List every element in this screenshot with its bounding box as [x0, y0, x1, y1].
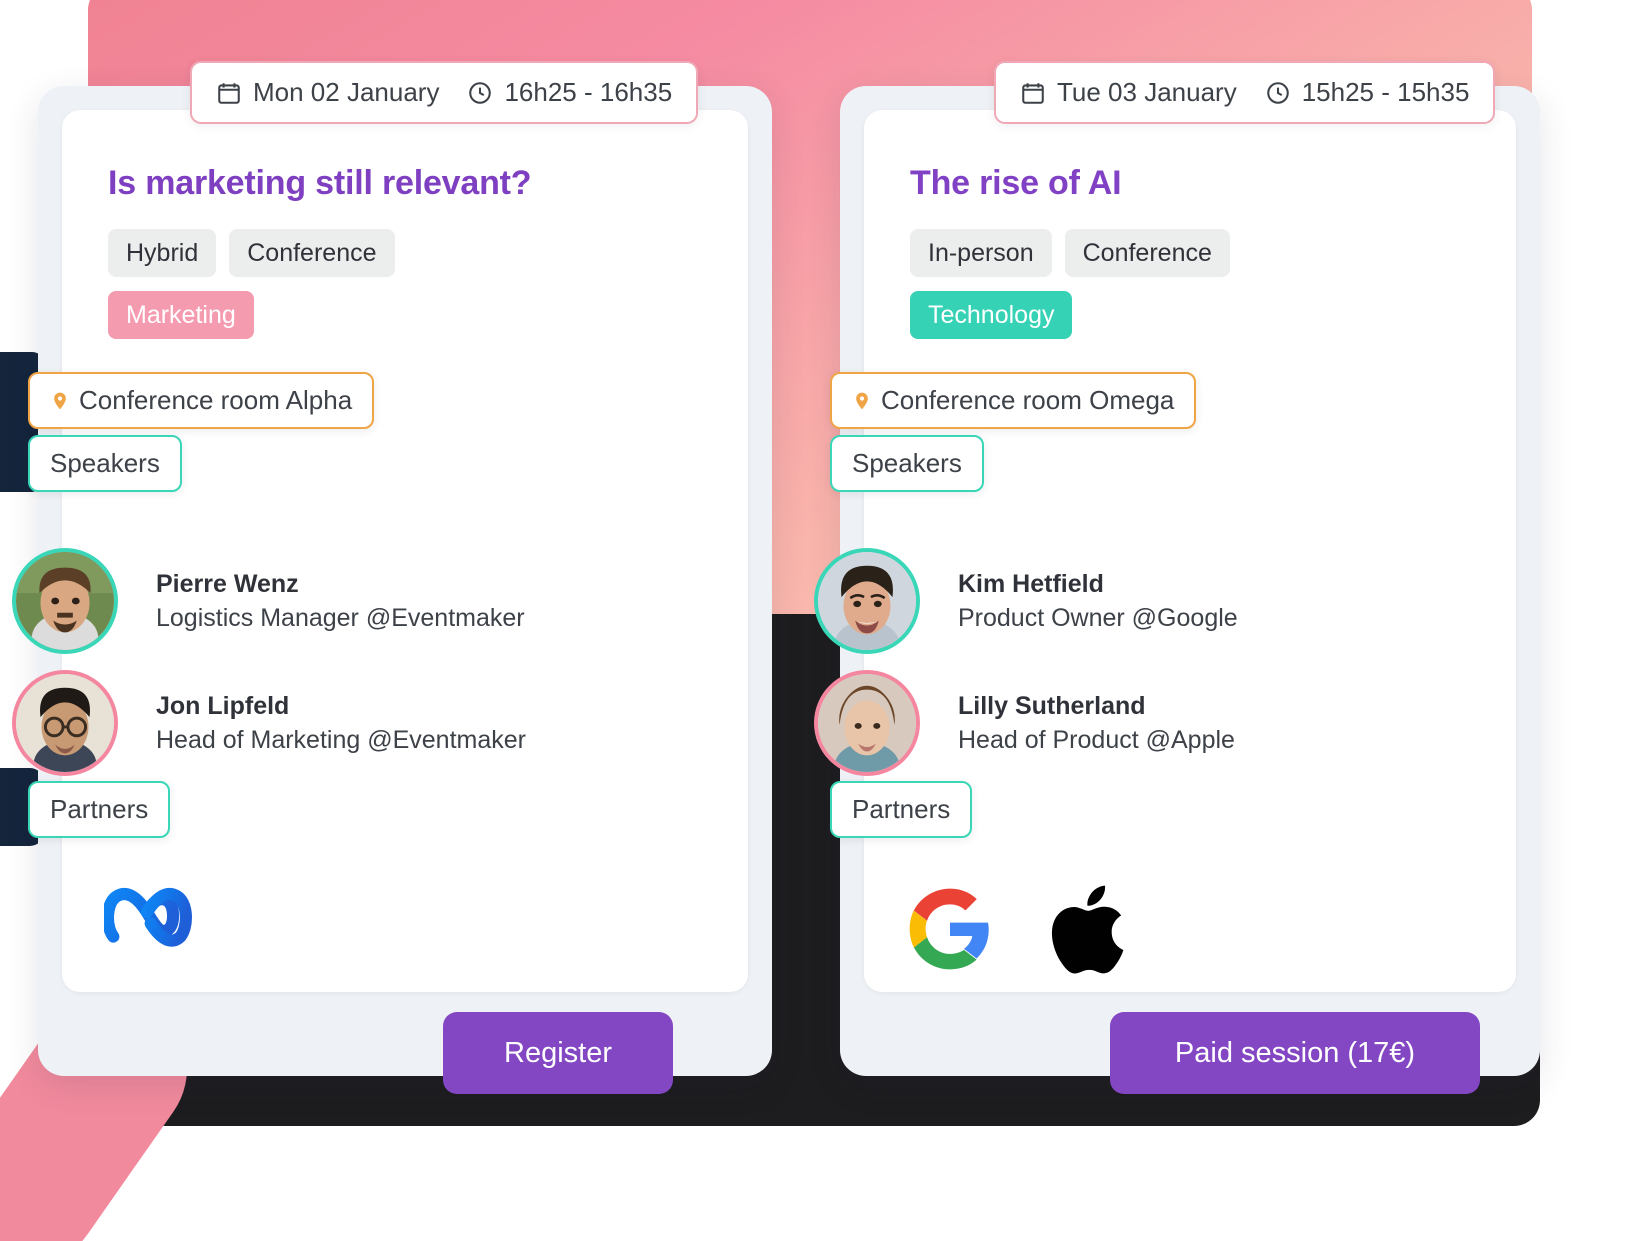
- tag-row-right-secondary: Technology: [910, 291, 1470, 339]
- session-title-left: Is marketing still relevant?: [108, 164, 532, 202]
- tag-row-left-secondary: Marketing: [108, 291, 702, 339]
- partner-logos-right: [906, 877, 1130, 986]
- time-text: 15h25 - 15h35: [1301, 77, 1470, 107]
- clock-icon: [467, 80, 493, 106]
- partners-section-badge-left: Partners: [28, 781, 171, 838]
- speaker-meta: Lilly Sutherland Head of Product @Apple: [958, 692, 1235, 755]
- speaker-name: Jon Lipfeld: [156, 691, 290, 720]
- time-text: 16h25 - 16h35: [504, 77, 673, 107]
- speaker-role: Head of Product @Apple: [958, 725, 1235, 754]
- map-pin-icon: [852, 388, 872, 414]
- partner-logos-left: [101, 877, 216, 960]
- session-card-right-body: The rise of AI In-person Conference Tech…: [818, 110, 1516, 992]
- tag-row-right: In-person Conference: [910, 229, 1470, 277]
- speakers-label: Speakers: [50, 448, 160, 478]
- speaker-name: Kim Hetfield: [958, 569, 1104, 598]
- partners-label: Partners: [852, 794, 951, 824]
- avatar: [818, 674, 916, 772]
- tag-type[interactable]: Conference: [1064, 229, 1230, 277]
- map-pin-icon: [50, 388, 70, 414]
- calendar-icon: [1020, 80, 1046, 106]
- partners-section-badge-right: Partners: [830, 781, 973, 838]
- date-text: Tue 03 January: [1057, 77, 1237, 107]
- speaker-row[interactable]: Lilly Sutherland Head of Product @Apple: [818, 662, 1516, 784]
- speakers-section-badge-left: Speakers: [28, 435, 182, 492]
- speaker-role: Logistics Manager @Eventmaker: [156, 603, 525, 632]
- session-title-right: The rise of AI: [910, 164, 1122, 202]
- meta-logo[interactable]: [101, 877, 216, 960]
- speaker-list-left: Pierre Wenz Logistics Manager @Eventmake…: [16, 540, 748, 784]
- register-button[interactable]: Register: [443, 1012, 673, 1094]
- speaker-role: Product Owner @Google: [958, 603, 1238, 632]
- session-cards-screen: Is marketing still relevant? Hybrid Conf…: [0, 0, 1637, 1241]
- speaker-meta: Pierre Wenz Logistics Manager @Eventmake…: [156, 570, 525, 633]
- room-badge-left[interactable]: Conference room Alpha: [28, 372, 375, 429]
- date-time-badge-right: Tue 03 January 15h25 - 15h35: [994, 61, 1496, 124]
- apple-logo[interactable]: [1042, 877, 1130, 986]
- speakers-label: Speakers: [852, 448, 962, 478]
- tag-row-left: Hybrid Conference: [108, 229, 702, 277]
- clock-icon: [1265, 80, 1291, 106]
- speakers-section-badge-right: Speakers: [830, 435, 984, 492]
- date-time-badge-left: Mon 02 January 16h25 - 16h35: [190, 61, 699, 124]
- room-label: Conference room Omega: [881, 385, 1175, 415]
- speaker-row[interactable]: Kim Hetfield Product Owner @Google: [818, 540, 1516, 662]
- avatar: [818, 552, 916, 650]
- speaker-role: Head of Marketing @Eventmaker: [156, 725, 526, 754]
- speaker-name: Pierre Wenz: [156, 569, 299, 598]
- avatar: [16, 674, 114, 772]
- room-label: Conference room Alpha: [79, 385, 353, 415]
- date-text: Mon 02 January: [253, 77, 440, 107]
- avatar: [16, 552, 114, 650]
- speaker-row[interactable]: Pierre Wenz Logistics Manager @Eventmake…: [16, 540, 748, 662]
- speaker-meta: Kim Hetfield Product Owner @Google: [958, 570, 1238, 633]
- tag-type[interactable]: Conference: [229, 229, 395, 277]
- session-card-left-body: Is marketing still relevant? Hybrid Conf…: [16, 110, 748, 992]
- paid-session-button[interactable]: Paid session (17€): [1110, 1012, 1480, 1094]
- speaker-row[interactable]: Jon Lipfeld Head of Marketing @Eventmake…: [16, 662, 748, 784]
- tag-topic[interactable]: Technology: [910, 291, 1073, 339]
- tag-format[interactable]: Hybrid: [108, 229, 217, 277]
- tag-topic[interactable]: Marketing: [108, 291, 254, 339]
- partners-label: Partners: [50, 794, 149, 824]
- tag-format[interactable]: In-person: [910, 229, 1052, 277]
- speaker-list-right: Kim Hetfield Product Owner @Google Lilly…: [818, 540, 1516, 784]
- calendar-icon: [216, 80, 242, 106]
- google-logo[interactable]: [906, 885, 994, 978]
- room-badge-right[interactable]: Conference room Omega: [830, 372, 1197, 429]
- speaker-name: Lilly Sutherland: [958, 691, 1146, 720]
- speaker-meta: Jon Lipfeld Head of Marketing @Eventmake…: [156, 692, 526, 755]
